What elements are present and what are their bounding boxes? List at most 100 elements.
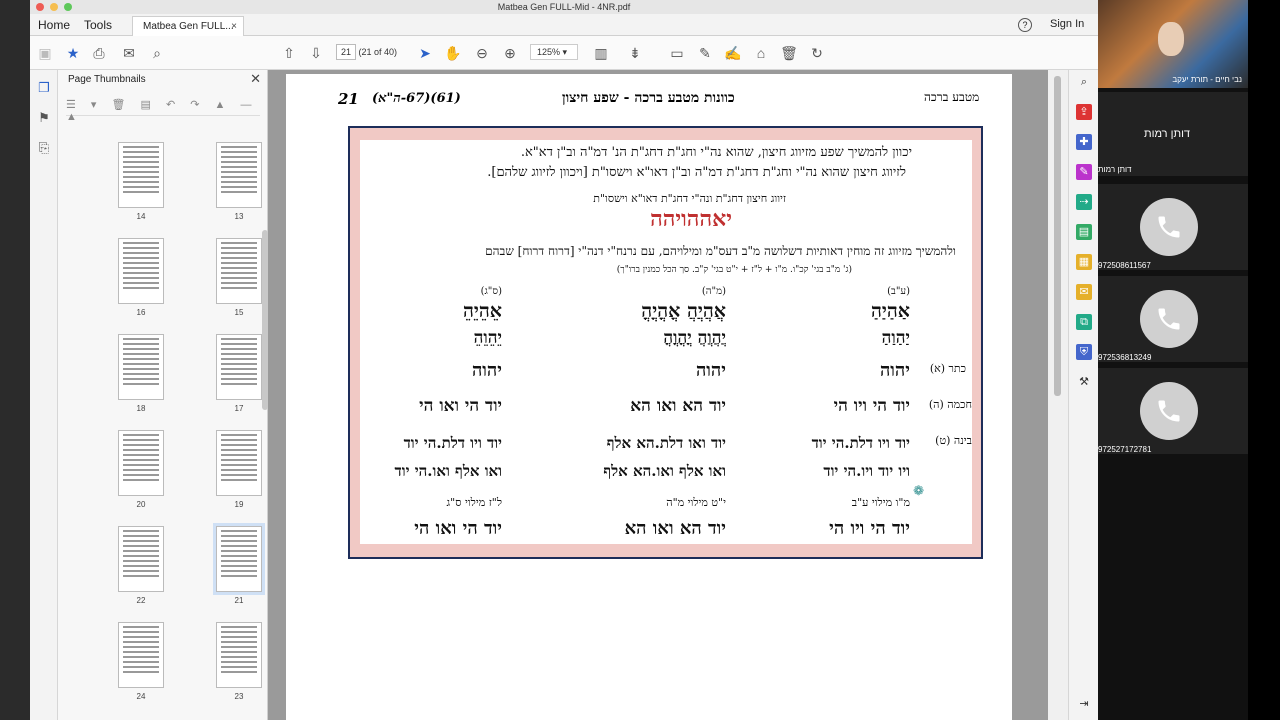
comment-icon[interactable]: ▭: [668, 44, 686, 62]
next-page-icon[interactable]: ⇩: [307, 44, 325, 62]
page-thumbnail[interactable]: [118, 334, 164, 400]
column-2-line6: ואו אלף ואו.הא אלף: [603, 462, 726, 480]
document-scrollbar-thumb[interactable]: [1054, 76, 1061, 396]
bookmark-star-icon[interactable]: ★: [64, 44, 82, 62]
comment-tool-icon[interactable]: ✉: [1076, 284, 1092, 300]
rotate-icon[interactable]: ↻: [808, 44, 826, 62]
close-panel-icon[interactable]: ✕: [250, 71, 261, 87]
column-3-line5: יוד ויו דלת.הי יוד: [403, 434, 502, 452]
more-tools-icon[interactable]: ⚒: [1076, 374, 1092, 390]
compress-icon[interactable]: ▦: [1076, 254, 1092, 270]
export-tool-icon[interactable]: ⇢: [1076, 194, 1092, 210]
highlight-pen-icon[interactable]: ✎: [696, 44, 714, 62]
zoom-select[interactable]: 125% ▾: [530, 44, 578, 60]
delete-icon[interactable]: 🗑: [780, 44, 798, 62]
phone-icon: [1140, 290, 1198, 348]
combine-files-icon[interactable]: ⧉: [1076, 314, 1092, 330]
maximize-window-button[interactable]: [64, 3, 72, 11]
previous-page-icon[interactable]: ⇧: [280, 44, 298, 62]
page-number: 21: [338, 90, 359, 108]
minimize-window-button[interactable]: [50, 3, 58, 11]
column-3-line2: יֵהֵוֵהֵ: [473, 328, 502, 348]
close-window-button[interactable]: [36, 3, 44, 11]
participant-tile[interactable]: 972536813249: [1098, 276, 1248, 362]
column-1-milui: מ"ו מילוי ע"ב: [851, 496, 910, 509]
page-thumbnail[interactable]: [216, 622, 262, 688]
intro-line-1: יכוון להמשיך שפע מזיווג חיצון, שהוא נה"י…: [520, 145, 912, 160]
window-title: Matbea Gen FULL-Mid - 4NR.pdf: [497, 2, 631, 12]
select-cursor-icon[interactable]: ➤: [416, 44, 434, 62]
edit-pdf-icon[interactable]: ✎: [1076, 164, 1092, 180]
page-thumbnail[interactable]: [118, 142, 164, 208]
hand-tool-icon[interactable]: ✋: [444, 44, 462, 62]
search-tool-icon[interactable]: ⌕: [1076, 74, 1092, 90]
page-thumbnail[interactable]: [118, 526, 164, 592]
fill-sign-icon[interactable]: ⌂: [752, 44, 770, 62]
thumbnail-label: 14: [136, 212, 146, 221]
search-icon[interactable]: ⌕: [148, 44, 166, 62]
zoom-in-icon[interactable]: ⊕: [501, 44, 519, 62]
email-icon[interactable]: ✉: [120, 44, 138, 62]
left-navigation-rail: ❐ ⚑ ⎘: [30, 70, 58, 720]
create-pdf-icon[interactable]: ✚: [1076, 134, 1092, 150]
thumbnail-toolbar: ☰ ▾ 🗑 ▤ ↶ ↷ ▲ — ▲: [66, 98, 260, 123]
menu-bar: Home Tools Matbea Gen FULL... × ? Sign I…: [30, 14, 1098, 36]
page-thumbnail[interactable]: [118, 622, 164, 688]
sign-icon[interactable]: ✍: [724, 44, 742, 62]
print-icon[interactable]: ⎙: [90, 44, 108, 62]
menu-home[interactable]: Home: [38, 18, 70, 32]
page-thumbnail[interactable]: [216, 430, 262, 496]
page-thumbnails-icon[interactable]: ❐: [36, 80, 52, 96]
attachments-icon[interactable]: ⎘: [36, 140, 52, 156]
page-number-input[interactable]: 21: [336, 44, 356, 60]
participant-tile[interactable]: 972527172781: [1098, 368, 1248, 454]
collapse-rail-icon[interactable]: ⇥: [1076, 696, 1092, 712]
participant-number: 972527172781: [1098, 445, 1152, 454]
thumbnail-label: 13: [234, 212, 244, 221]
thumbnail-label: 22: [136, 596, 146, 605]
column-2-milui: י"ט מילוי מ"ה: [666, 496, 726, 509]
phone-icon: [1140, 382, 1198, 440]
save-icon[interactable]: ▣: [36, 44, 54, 62]
sidebar-edge: [1248, 0, 1280, 720]
export-pdf-icon[interactable]: ⇪: [1076, 104, 1092, 120]
page-thumbnail[interactable]: [216, 142, 262, 208]
column-1-line5: יוד ויו דלת.הי יוד: [811, 434, 910, 452]
zivug-title: זיווג חיצון דחג"ת ונה"י דחג"ת דאו"א וישס…: [593, 192, 786, 205]
thumbnail-label: 20: [136, 500, 146, 509]
bookmarks-icon[interactable]: ⚑: [36, 110, 52, 126]
pdf-reader-window: Matbea Gen FULL-Mid - 4NR.pdf Home Tools…: [30, 0, 1098, 720]
scroll-mode-icon[interactable]: ⇟: [626, 44, 644, 62]
sign-in-link[interactable]: Sign In: [1050, 18, 1084, 30]
column-3-bottom: יוד הי ואו הי: [414, 518, 502, 539]
column-1-line2: יַהַוַהַ: [881, 328, 910, 348]
page-thumbnail[interactable]: [118, 238, 164, 304]
column-2-line2: יֲהֲוֲהֲ יֳהֳוֳהֳ: [663, 328, 726, 348]
column-3-milui: ל"ז מילוי ס"ג: [446, 496, 502, 509]
document-scrollbar[interactable]: [1048, 70, 1068, 720]
organize-pages-icon[interactable]: ▤: [1076, 224, 1092, 240]
thumbnail-label: 18: [136, 404, 146, 413]
kavana-content: יכוון להמשיך שפע מזיווג חיצון, שהוא נה"י…: [360, 140, 972, 544]
page-thumbnail[interactable]: [118, 430, 164, 496]
participant-tile[interactable]: 972508611567: [1098, 184, 1248, 270]
close-tab-icon[interactable]: ×: [231, 17, 237, 36]
panel-title: Page Thumbnails: [68, 74, 146, 85]
page-thumbnail[interactable]: [213, 523, 265, 595]
speaker-name: נבי חיים - תורת יעקב: [1172, 75, 1242, 84]
active-participant-tile[interactable]: דותן רמות דותן רמות: [1098, 92, 1248, 176]
participant-number: 972536813249: [1098, 353, 1152, 362]
menu-tools[interactable]: Tools: [84, 18, 112, 32]
page-thumbnail[interactable]: [216, 334, 262, 400]
continue-line: ולהמשיך מזיווג זה מוחין דאותיות דשלושה מ…: [485, 244, 956, 258]
thumbnail-label: 15: [234, 308, 244, 317]
column-3-line1: אֵהֵיֵהֵ: [462, 300, 502, 322]
page-thumbnail[interactable]: [216, 238, 262, 304]
document-tab[interactable]: Matbea Gen FULL... ×: [132, 16, 244, 36]
speaker-face: [1158, 22, 1184, 56]
page-layout-icon[interactable]: ▥: [592, 44, 610, 62]
speaker-video-tile[interactable]: נבי חיים - תורת יעקב: [1098, 0, 1248, 88]
protect-icon[interactable]: ⛨: [1076, 344, 1092, 360]
help-icon[interactable]: ?: [1018, 18, 1032, 32]
zoom-out-icon[interactable]: ⊖: [473, 44, 491, 62]
